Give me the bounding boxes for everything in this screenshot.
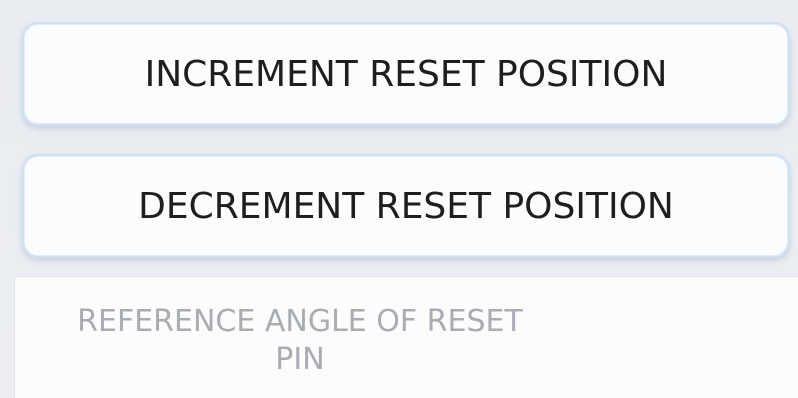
increment-reset-position-label: INCREMENT RESET POSITION [144,53,668,95]
decrement-reset-position-label: DECREMENT RESET POSITION [138,185,674,227]
increment-reset-position-button[interactable]: INCREMENT RESET POSITION [22,22,790,126]
reset-control-panel: INCREMENT RESET POSITION DECREMENT RESET… [0,0,798,398]
reference-angle-field[interactable]: REFERENCE ANGLE OF RESET PIN [14,276,798,398]
reference-angle-label: REFERENCE ANGLE OF RESET PIN [77,304,523,377]
decrement-reset-position-button[interactable]: DECREMENT RESET POSITION [22,154,790,258]
